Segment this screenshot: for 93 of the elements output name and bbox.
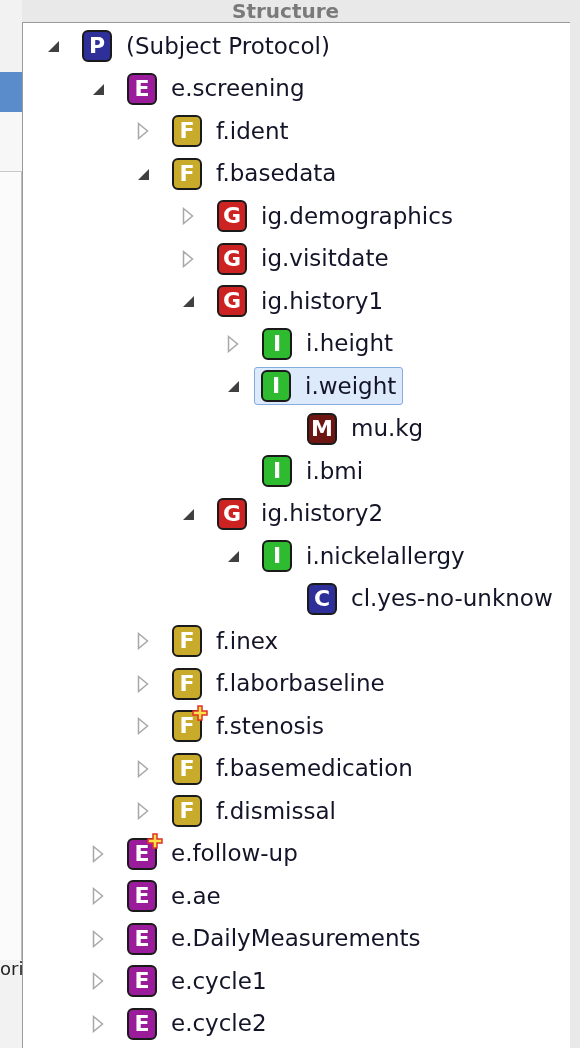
type-badge: F xyxy=(172,752,202,785)
type-badge: E xyxy=(127,965,157,998)
expand-arrow-icon[interactable] xyxy=(137,674,149,693)
item-label: (Subject Protocol) xyxy=(126,34,330,58)
expand-arrow-icon[interactable] xyxy=(227,334,239,353)
tree-item[interactable]: I i.nickelallergy xyxy=(255,537,472,576)
item-label: e.ae xyxy=(171,884,221,908)
expand-arrow-icon[interactable] xyxy=(137,759,149,778)
tree-item[interactable]: I i.weight xyxy=(254,367,404,406)
tree-item[interactable]: C cl.yes-no-unknow xyxy=(300,579,560,618)
tree-item[interactable]: G ig.demographics xyxy=(210,197,460,236)
type-badge: E xyxy=(127,837,157,870)
item-label: e.cycle2 xyxy=(171,1012,267,1036)
item-label: f.laborbaseline xyxy=(216,672,385,696)
type-badge: F xyxy=(172,625,202,658)
item-label: f.stenosis xyxy=(216,714,324,738)
type-badge: F xyxy=(172,795,202,828)
item-label: i.weight xyxy=(305,374,397,398)
tree-item[interactable]: P (Subject Protocol) xyxy=(75,27,337,66)
item-label: e.cycle1 xyxy=(171,969,267,993)
type-badge: M xyxy=(307,412,337,445)
expand-arrow-icon[interactable] xyxy=(92,887,104,906)
type-badge: C xyxy=(307,582,337,615)
type-badge: G xyxy=(217,285,247,318)
type-badge: G xyxy=(217,242,247,275)
item-label: f.ident xyxy=(216,119,289,143)
item-label: mu.kg xyxy=(351,417,424,441)
expand-arrow-icon[interactable] xyxy=(137,717,149,736)
tree-item[interactable]: I i.bmi xyxy=(255,452,371,491)
type-badge: I xyxy=(261,370,291,403)
item-label: i.height xyxy=(306,332,393,356)
item-label: f.inex xyxy=(216,629,279,653)
item-label: e.screening xyxy=(171,77,305,101)
expand-arrow-icon[interactable] xyxy=(137,632,149,651)
type-badge: I xyxy=(262,540,292,573)
tree-item[interactable]: F f.ident xyxy=(165,112,296,151)
type-badge: G xyxy=(217,200,247,233)
item-label: ig.demographics xyxy=(261,204,453,228)
item-label: e.follow-up xyxy=(171,842,298,866)
tree-item[interactable]: F f.dismissal xyxy=(165,792,343,831)
type-badge: I xyxy=(262,455,292,488)
type-badge: E xyxy=(127,880,157,913)
tree-item[interactable]: E e.ae xyxy=(120,877,228,916)
tree-item[interactable]: E e.screening xyxy=(120,69,312,108)
expand-arrow-icon[interactable] xyxy=(182,249,194,268)
collapse-arrow-icon[interactable] xyxy=(226,379,240,394)
tree-item[interactable]: E e.follow-up xyxy=(120,834,305,873)
expand-arrow-icon[interactable] xyxy=(137,802,149,821)
tree-item[interactable]: G ig.history2 xyxy=(210,494,391,533)
window-title-bar xyxy=(0,72,22,112)
tree-item[interactable]: F f.basedata xyxy=(165,154,344,193)
tree-item[interactable]: E e.cycle2 xyxy=(120,1004,274,1043)
expand-arrow-icon[interactable] xyxy=(92,972,104,991)
collapse-arrow-icon[interactable] xyxy=(226,549,240,564)
type-badge: F xyxy=(172,115,202,148)
type-badge: E xyxy=(127,1007,157,1040)
type-badge: P xyxy=(82,30,112,63)
type-badge: E xyxy=(127,922,157,955)
type-badge: G xyxy=(217,497,247,530)
tree-item[interactable]: M mu.kg xyxy=(300,409,431,448)
tree-item[interactable]: F f.stenosis xyxy=(165,707,331,746)
type-badge: F xyxy=(172,710,202,743)
item-label: cl.yes-no-unknow xyxy=(351,587,553,611)
type-badge: F xyxy=(172,667,202,700)
window-text: ori xyxy=(0,960,22,981)
collapse-arrow-icon[interactable] xyxy=(181,294,195,309)
item-label: f.basedata xyxy=(216,162,337,186)
tree-item[interactable]: E e.cycle1 xyxy=(120,962,274,1001)
tree-item[interactable]: F f.inex xyxy=(165,622,286,661)
type-badge: E xyxy=(127,72,157,105)
tree-item[interactable]: G ig.history1 xyxy=(210,282,391,321)
tree-item[interactable]: G ig.visitdate xyxy=(210,239,396,278)
item-label: ig.history1 xyxy=(261,289,384,313)
expand-arrow-icon[interactable] xyxy=(92,844,104,863)
expand-arrow-icon[interactable] xyxy=(137,122,149,141)
item-label: i.nickelallergy xyxy=(306,544,465,568)
expand-arrow-icon[interactable] xyxy=(92,1014,104,1033)
tree-item[interactable]: F f.laborbaseline xyxy=(165,664,392,703)
tree-item[interactable]: I i.height xyxy=(255,324,400,363)
item-label: f.basemedication xyxy=(216,757,413,781)
expand-arrow-icon[interactable] xyxy=(92,929,104,948)
tree-item[interactable]: F f.basemedication xyxy=(165,749,420,788)
item-label: ig.history2 xyxy=(261,502,384,526)
collapse-arrow-icon[interactable] xyxy=(46,39,60,54)
type-badge: F xyxy=(172,157,202,190)
item-label: i.bmi xyxy=(306,459,364,483)
item-label: e.DailyMeasurements xyxy=(171,927,421,951)
panel-heading: Structure xyxy=(232,1,340,21)
tree-item[interactable]: E e.DailyMeasurements xyxy=(120,919,428,958)
item-label: ig.visitdate xyxy=(261,247,389,271)
item-label: f.dismissal xyxy=(216,799,336,823)
expand-arrow-icon[interactable] xyxy=(182,207,194,226)
type-badge: I xyxy=(262,327,292,360)
